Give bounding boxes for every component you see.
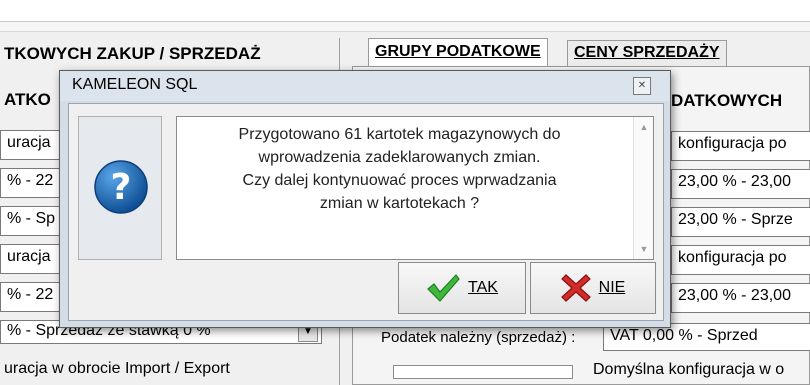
confirm-dialog: KAMELEON SQL ✕ ? Przygotowano 61 kartote… — [59, 70, 671, 328]
right-config-select-2[interactable]: konfiguracja po — [671, 245, 810, 275]
scroll-up-icon[interactable]: ▲ — [634, 117, 654, 137]
tab-ceny-sprzedazy[interactable]: CENY SPRZEDAŻY — [567, 40, 727, 66]
dialog-body: ? Przygotowano 61 kartotek magazynowych … — [68, 103, 664, 321]
dialog-title: KAMELEON SQL — [72, 76, 198, 93]
right-vat-select-2[interactable]: 23,00 % - Sprze — [671, 207, 810, 237]
dialog-titlebar[interactable]: KAMELEON SQL ✕ — [60, 71, 670, 101]
right-vat-select-1[interactable]: 23,00 % - 23,00 — [671, 169, 810, 199]
yes-button[interactable]: TAK — [398, 262, 526, 314]
section-title: TKOWYCH ZAKUP / SPRZEDAŻ — [4, 44, 261, 63]
yes-button-label: TAK — [468, 279, 498, 296]
import-export-label: uracja w obrocie Import / Export — [4, 360, 230, 377]
vat-output-label: Podatek należny (sprzedaż) : — [381, 329, 576, 346]
right-vat-select-3[interactable]: 23,00 % - 23,00 — [671, 283, 810, 313]
no-button[interactable]: NIE — [530, 262, 656, 314]
right-config-select-1[interactable]: konfiguracja po — [671, 131, 810, 161]
group-title: DATKOWYCH — [671, 91, 783, 110]
dialog-message: Przygotowano 61 kartotek magazynowych do… — [238, 126, 561, 212]
default-config-checkbox[interactable] — [393, 365, 573, 379]
default-config-label: Domyślna konfiguracja w o — [593, 361, 785, 378]
question-icon: ? — [94, 160, 148, 214]
close-icon[interactable]: ✕ — [633, 77, 651, 95]
top-toolbar — [0, 0, 810, 22]
tab-grupy-podatkowe[interactable]: GRUPY PODATKOWE — [368, 38, 548, 66]
check-icon — [427, 274, 460, 302]
no-button-label: NIE — [598, 279, 626, 296]
message-scrollbar[interactable]: ▲ ▼ — [633, 117, 653, 259]
cross-icon — [560, 274, 591, 302]
section-subtitle: ATKO — [4, 90, 51, 109]
svg-text:?: ? — [111, 167, 132, 208]
scroll-down-icon[interactable]: ▼ — [634, 239, 654, 259]
top-toolbar-strip — [0, 22, 810, 32]
message-box: Przygotowano 61 kartotek magazynowych do… — [176, 116, 654, 260]
icon-frame: ? — [78, 116, 162, 260]
